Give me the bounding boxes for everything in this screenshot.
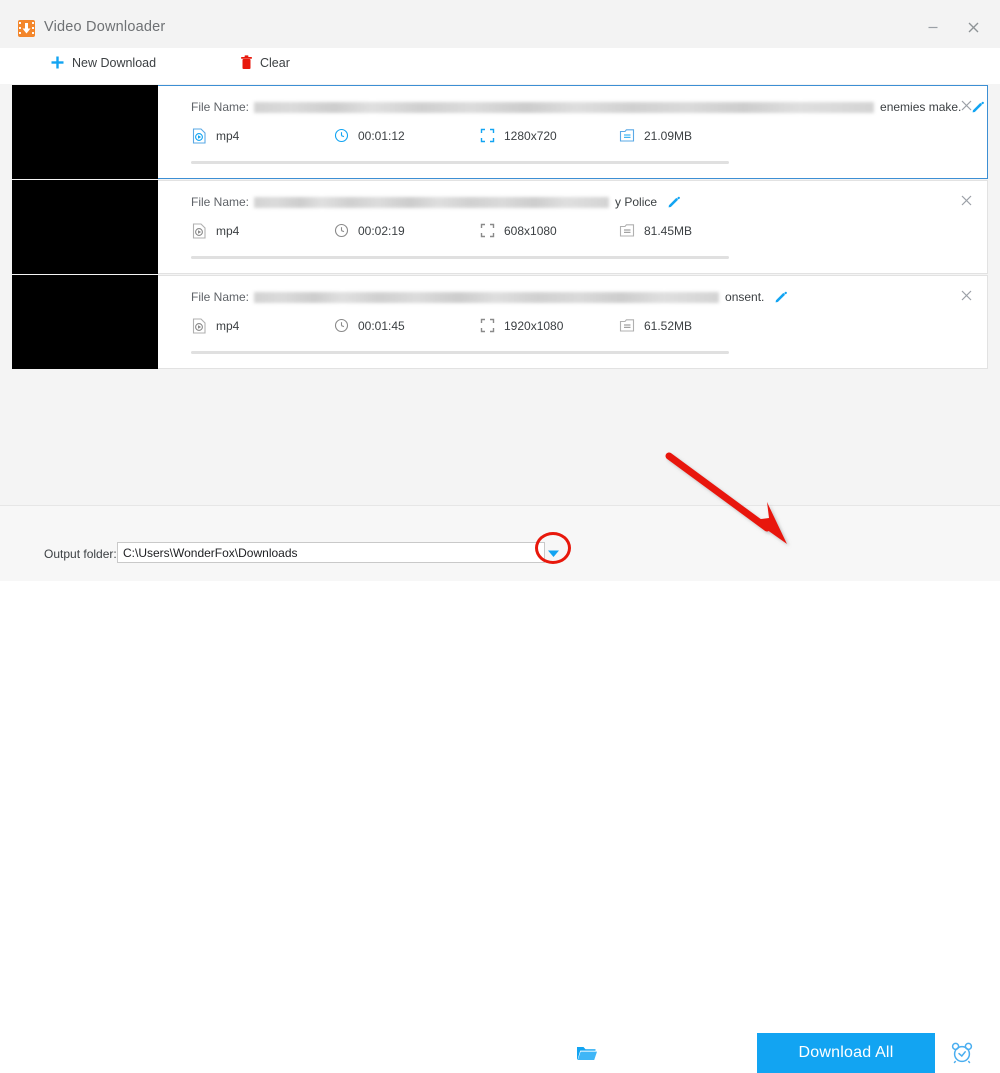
filesize-meta: 21.09MB <box>619 128 692 143</box>
progress-separator <box>191 256 729 259</box>
video-downloader-window: Video Downloader New Download Clear File… <box>0 0 1000 1073</box>
format-value: mp4 <box>216 224 240 238</box>
app-logo-icon <box>18 20 35 37</box>
format-value: mp4 <box>216 129 240 143</box>
filename-label: File Name: <box>191 195 250 209</box>
document-icon <box>619 223 635 238</box>
window-title: Video Downloader <box>44 19 166 35</box>
new-download-label: New Download <box>72 55 157 70</box>
video-thumbnail <box>12 180 158 274</box>
duration-value: 00:01:45 <box>358 318 405 333</box>
document-icon <box>619 128 635 143</box>
pencil-icon[interactable] <box>667 195 681 209</box>
format-meta: mp4 <box>191 223 239 239</box>
folder-icon[interactable] <box>576 1044 598 1067</box>
filename-value: y Police <box>615 195 658 209</box>
duration-meta: 00:01:45 <box>333 318 405 333</box>
row-details: File Name: y Police mp4 00:02:19 608x108… <box>159 181 987 273</box>
duration-meta: 00:01:12 <box>333 128 405 143</box>
download-all-button[interactable]: Download All <box>757 1033 935 1073</box>
table-row[interactable]: File Name: onsent. mp4 00:01:45 1920x108… <box>12 275 988 369</box>
remove-item-button[interactable] <box>957 191 975 209</box>
resolution-value: 608x1080 <box>504 223 557 238</box>
filename-label: File Name: <box>191 290 250 304</box>
resolution-value: 1280x720 <box>504 128 557 143</box>
clear-label: Clear <box>260 55 290 70</box>
download-list: File Name: enemies make. mp4 00:01:12 12… <box>0 84 1000 505</box>
resolution-meta: 1920x1080 <box>479 318 563 333</box>
table-row[interactable]: File Name: y Police mp4 00:02:19 608x108… <box>12 180 988 274</box>
clock-icon <box>333 128 349 143</box>
remove-item-button[interactable] <box>957 286 975 304</box>
row-details: File Name: onsent. mp4 00:01:45 1920x108… <box>159 276 987 368</box>
close-window-button[interactable] <box>956 14 990 40</box>
duration-meta: 00:02:19 <box>333 223 405 238</box>
clock-icon <box>333 318 349 333</box>
filesize-value: 61.52MB <box>644 318 693 333</box>
filename-row: File Name: onsent. <box>191 290 788 304</box>
chevron-down-icon[interactable] <box>545 547 561 559</box>
bottom-bar: Output folder: Download All <box>0 505 1000 1073</box>
output-folder-label: Output folder: <box>44 547 117 561</box>
format-meta: mp4 <box>191 318 239 334</box>
format-meta: mp4 <box>191 128 239 144</box>
filesize-value: 81.45MB <box>644 223 693 238</box>
trash-icon <box>240 55 253 70</box>
filename-redacted <box>254 101 875 113</box>
filename-label: File Name: <box>191 100 250 114</box>
resolution-frame-icon <box>479 223 495 238</box>
metadata-row: mp4 00:01:12 1280x720 21.09MB <box>191 128 891 148</box>
video-thumbnail <box>12 85 158 179</box>
resolution-meta: 608x1080 <box>479 223 557 238</box>
minimize-button[interactable] <box>916 14 950 40</box>
resolution-value: 1920x1080 <box>504 318 564 333</box>
filesize-meta: 81.45MB <box>619 223 692 238</box>
video-file-icon <box>191 318 207 334</box>
duration-value: 00:02:19 <box>358 223 405 238</box>
metadata-row: mp4 00:02:19 608x1080 81.45MB <box>191 223 891 243</box>
filesize-value: 21.09MB <box>644 128 693 143</box>
alarm-clock-icon[interactable] <box>950 1041 974 1069</box>
plus-icon <box>50 55 65 70</box>
metadata-row: mp4 00:01:45 1920x1080 61.52MB <box>191 318 891 338</box>
new-download-button[interactable]: New Download <box>50 55 156 70</box>
progress-separator <box>191 161 729 164</box>
format-value: mp4 <box>216 319 240 333</box>
filename-row: File Name: enemies make. <box>191 100 985 114</box>
document-icon <box>619 318 635 333</box>
video-thumbnail <box>12 275 158 369</box>
resolution-frame-icon <box>479 318 495 333</box>
video-file-icon <box>191 223 207 239</box>
table-row[interactable]: File Name: enemies make. mp4 00:01:12 12… <box>12 85 988 179</box>
remove-item-button[interactable] <box>957 96 975 114</box>
title-bar: Video Downloader <box>0 0 1000 49</box>
toolbar: New Download Clear <box>0 48 1000 84</box>
filesize-meta: 61.52MB <box>619 318 692 333</box>
video-file-icon <box>191 128 207 144</box>
output-folder-input[interactable] <box>117 542 545 563</box>
clock-icon <box>333 223 349 238</box>
filename-redacted <box>254 291 720 303</box>
clear-button[interactable]: Clear <box>240 55 290 70</box>
progress-separator <box>191 351 729 354</box>
filename-value: enemies make. <box>880 100 962 114</box>
resolution-frame-icon <box>479 128 495 143</box>
resolution-meta: 1280x720 <box>479 128 557 143</box>
filename-value: onsent. <box>725 290 765 304</box>
filename-redacted <box>254 196 610 208</box>
pencil-icon[interactable] <box>774 290 788 304</box>
filename-row: File Name: y Police <box>191 195 681 209</box>
duration-value: 00:01:12 <box>358 128 405 143</box>
row-details: File Name: enemies make. mp4 00:01:12 12… <box>159 86 987 178</box>
